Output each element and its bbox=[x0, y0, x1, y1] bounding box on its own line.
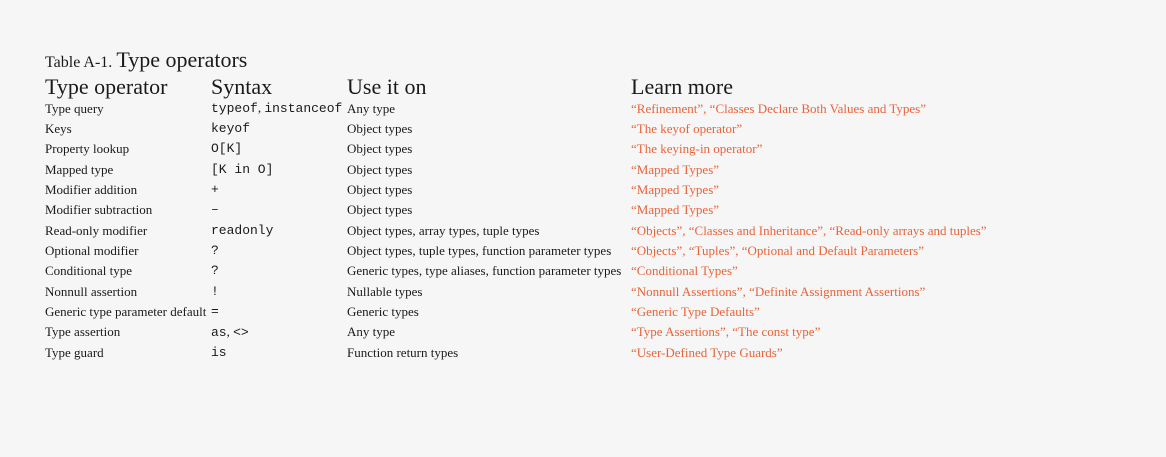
use-it-on-cell: Object types, tuple types, function para… bbox=[347, 242, 612, 258]
table-row: Optional modifier? Object types, tuple ty… bbox=[45, 241, 1131, 261]
type-operator-cell: Modifier subtraction bbox=[45, 202, 153, 218]
syntax-code: O[K] bbox=[211, 141, 243, 157]
table-row: Modifier subtraction – Object types “Mapped… bbox=[45, 200, 1131, 220]
column-header-syntax: Syntax bbox=[211, 74, 273, 99]
use-it-on-cell: Object types bbox=[347, 141, 413, 157]
type-operator-cell: Property lookup bbox=[45, 141, 130, 157]
use-it-on-cell: Generic types, type aliases, function pa… bbox=[347, 263, 622, 279]
learn-more-links[interactable]: “Mapped Types” bbox=[631, 200, 1131, 220]
learn-more-links[interactable]: “Generic Type Defaults” bbox=[631, 302, 1131, 322]
table-row: Modifier addition + Object types “Mapped Ty… bbox=[45, 180, 1131, 200]
syntax-cell: is bbox=[211, 343, 347, 363]
syntax-cell: ? bbox=[211, 261, 347, 281]
use-it-on-cell: Any type bbox=[347, 324, 396, 340]
syntax-cell: readonly bbox=[211, 220, 347, 240]
learn-more-links[interactable]: “The keying-in operator” bbox=[631, 139, 1131, 159]
syntax-code: is bbox=[211, 345, 227, 361]
syntax-code: typeof bbox=[211, 101, 258, 116]
table-header: Type operator Syntax Use it on Learn mor… bbox=[45, 76, 1131, 98]
type-operator-cell: Modifier addition bbox=[45, 182, 138, 198]
syntax-code: + bbox=[211, 182, 219, 198]
syntax-code: as bbox=[211, 324, 227, 340]
type-operator-cell: Type query bbox=[45, 100, 104, 116]
syntax-cell: ! bbox=[211, 281, 347, 301]
table-caption-label: Table A-1. bbox=[45, 54, 117, 71]
table-row: Type assertion as, <> Any type “Type Assert… bbox=[45, 322, 1131, 343]
learn-more-links[interactable]: “User-Defined Type Guards” bbox=[631, 343, 1131, 363]
table-row: Type guard is Function return types “User-D… bbox=[45, 343, 1131, 363]
table-caption-title: Type operators bbox=[116, 47, 248, 72]
syntax-cell: – bbox=[211, 200, 347, 220]
syntax-code: keyof bbox=[211, 121, 251, 137]
learn-more-links[interactable]: “Mapped Types” bbox=[631, 160, 1131, 180]
type-operators-table: Type operator Syntax Use it on Learn mor… bbox=[45, 76, 1131, 363]
syntax-code: [K in O] bbox=[211, 161, 274, 177]
syntax-cell: = bbox=[211, 302, 347, 322]
table-row: Nonnull assertion! Nullable types “Nonnull… bbox=[45, 281, 1131, 301]
column-header-learn-more: Learn more bbox=[631, 74, 733, 99]
type-operator-cell: Type guard bbox=[45, 345, 104, 361]
type-operator-cell: Type assertion bbox=[45, 324, 121, 340]
table-row: Conditional type? Generic types, type ali… bbox=[45, 261, 1131, 281]
use-it-on-cell: Object types, array types, tuple types bbox=[347, 222, 540, 238]
syntax-cell: O[K] bbox=[211, 139, 347, 159]
table-row: Mapped type [K in O] Object types “Mapped T… bbox=[45, 160, 1131, 180]
table-row: Type query typeof, instanceof Any type “Ref… bbox=[45, 98, 1131, 119]
use-it-on-cell: Nullable types bbox=[347, 283, 423, 299]
learn-more-links[interactable]: “Objects”, “Tuples”, “Optional and Defau… bbox=[631, 241, 1131, 261]
learn-more-links[interactable]: “Mapped Types” bbox=[631, 180, 1131, 200]
table-row: Keys keyof Object types “The keyof operator… bbox=[45, 119, 1131, 139]
syntax-code: instanceof bbox=[264, 101, 343, 116]
syntax-cell: [K in O] bbox=[211, 160, 347, 180]
use-it-on-cell: Object types bbox=[347, 202, 413, 218]
syntax-cell: typeof, instanceof bbox=[211, 98, 347, 119]
type-operator-cell: Mapped type bbox=[45, 161, 114, 177]
table-row: Read-only modifier readonly Object types, … bbox=[45, 220, 1131, 240]
column-header-type-operator: Type operator bbox=[45, 74, 168, 99]
type-operator-cell: Optional modifier bbox=[45, 242, 139, 258]
syntax-code: – bbox=[211, 202, 219, 218]
table-caption: Table A-1. Type operators bbox=[45, 49, 247, 71]
learn-more-links[interactable]: “Objects”, “Classes and Inheritance”, “R… bbox=[631, 220, 1131, 240]
syntax-code: <> bbox=[233, 324, 249, 340]
table-body: Type query typeof, instanceof Any type “Ref… bbox=[45, 98, 1131, 363]
syntax-cell: as, <> bbox=[211, 322, 347, 343]
syntax-code: ? bbox=[211, 242, 219, 258]
table-row: Property lookup O[K] Object types “The keyi… bbox=[45, 139, 1131, 159]
use-it-on-cell: Function return types bbox=[347, 345, 459, 361]
learn-more-links[interactable]: “Type Assertions”, “The const type” bbox=[631, 322, 1131, 343]
learn-more-links[interactable]: “Nonnull Assertions”, “Definite Assignme… bbox=[631, 281, 1131, 301]
table-row: Generic type parameter default = Generic t… bbox=[45, 302, 1131, 322]
use-it-on-cell: Any type bbox=[347, 100, 396, 116]
syntax-code: ? bbox=[211, 263, 219, 279]
syntax-code: readonly bbox=[211, 222, 274, 238]
learn-more-links[interactable]: “Refinement”, “Classes Declare Both Valu… bbox=[631, 98, 1131, 119]
use-it-on-cell: Generic types bbox=[347, 303, 419, 319]
use-it-on-cell: Object types bbox=[347, 121, 413, 137]
header-row: Type operator Syntax Use it on Learn mor… bbox=[45, 76, 1131, 98]
type-operator-cell: Keys bbox=[45, 121, 72, 137]
type-operator-cell: Read-only modifier bbox=[45, 222, 148, 238]
syntax-cell: ? bbox=[211, 241, 347, 261]
learn-more-links[interactable]: “The keyof operator” bbox=[631, 119, 1131, 139]
use-it-on-cell: Object types bbox=[347, 182, 413, 198]
type-operator-cell: Nonnull assertion bbox=[45, 283, 138, 299]
syntax-code: ! bbox=[211, 283, 219, 299]
column-header-use-it-on: Use it on bbox=[347, 74, 427, 99]
type-operator-cell: Generic type parameter default bbox=[45, 303, 207, 319]
learn-more-links[interactable]: “Conditional Types” bbox=[631, 261, 1131, 281]
type-operator-cell: Conditional type bbox=[45, 263, 133, 279]
use-it-on-cell: Object types bbox=[347, 161, 413, 177]
syntax-cell: + bbox=[211, 180, 347, 200]
syntax-code: = bbox=[211, 303, 219, 319]
syntax-cell: keyof bbox=[211, 119, 347, 139]
